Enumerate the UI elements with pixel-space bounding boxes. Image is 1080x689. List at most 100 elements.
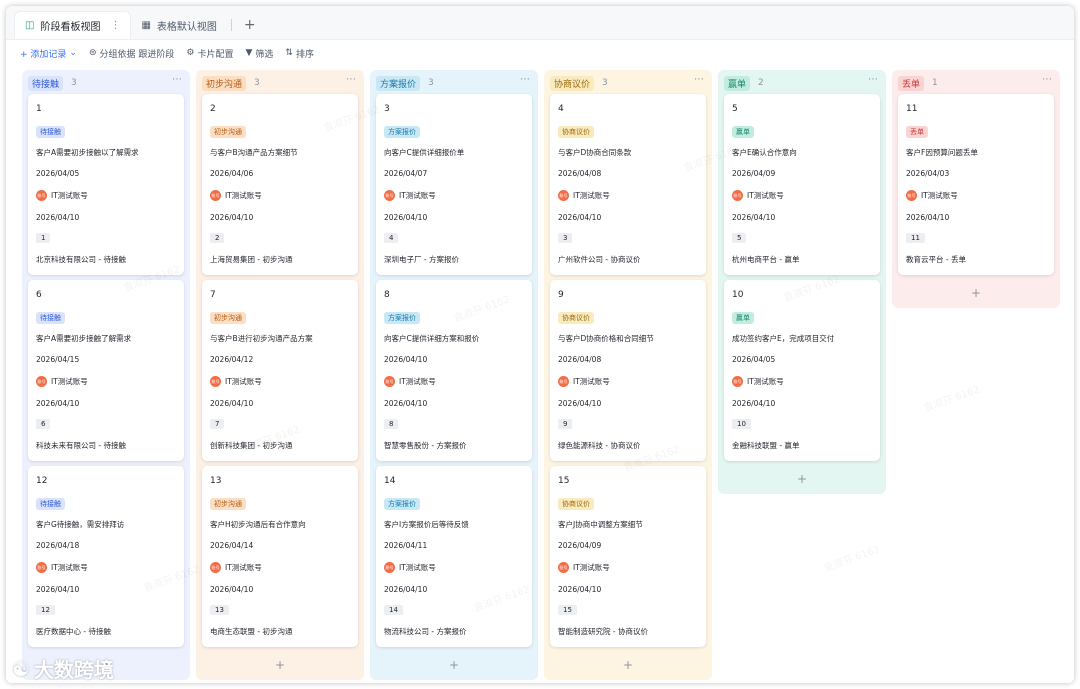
record-card[interactable]: 12 待接触 客户G待接触，需安排拜访 2026/04/18 账号 IT测试账号 2026/… — [28, 466, 184, 647]
record-card[interactable]: 15 协商议价 客户J协商中调整方案细节 2026/04/09 账号 IT测试账号 2026… — [550, 466, 706, 647]
followup-date: 2026/04/10 — [36, 213, 80, 222]
more-horizontal-icon[interactable]: ⋯ — [1042, 74, 1052, 85]
record-card[interactable]: 14 方案报价 客户I方案报价后等待反馈 2026/04/11 账号 IT测试账号 2026… — [376, 466, 532, 647]
stage-tag: 丢单 — [906, 126, 928, 138]
expected-date: 2026/04/08 — [558, 355, 602, 364]
add-card-button[interactable]: + — [370, 658, 538, 672]
tab-table-view[interactable]: ▦ 表格默认视图 — [131, 11, 226, 39]
record-number: 11 — [906, 104, 918, 114]
stage-tag: 待接触 — [36, 498, 65, 510]
more-vertical-icon[interactable]: ⋮ — [110, 20, 120, 31]
record-description: 客户F因预算问题丢单 — [906, 148, 978, 157]
followup-date: 2026/04/10 — [210, 213, 254, 222]
record-card[interactable]: 2 初步沟通 与客户B沟通产品方案细节 2026/04/06 账号 IT测试账号 2026/… — [202, 94, 358, 275]
owner-field: 账号 IT测试账号 — [36, 376, 88, 387]
owner-name: IT测试账号 — [921, 191, 958, 200]
record-card[interactable]: 4 协商议价 与客户D协商合同条款 2026/04/08 账号 IT测试账号 2026/04… — [550, 94, 706, 275]
add-record-button[interactable]: + 添加记录 ⌄ — [20, 47, 77, 60]
column-header: 初步沟通 3 ⋯ — [202, 74, 358, 92]
record-card[interactable]: 13 初步沟通 客户H初步沟通后有合作意向 2026/04/14 账号 IT测试账号 202… — [202, 466, 358, 647]
company-name: 深圳电子厂 - 方案报价 — [384, 255, 459, 264]
record-number: 8 — [384, 290, 390, 300]
record-number: 9 — [558, 290, 564, 300]
record-id-badge: 6 — [36, 419, 51, 429]
record-card[interactable]: 11 丢单 客户F因预算问题丢单 2026/04/03 账号 IT测试账号 2026/04/… — [898, 94, 1054, 275]
expected-date: 2026/04/08 — [558, 169, 602, 178]
record-number: 4 — [558, 104, 564, 114]
brand-text: 大数跨境 — [33, 658, 114, 682]
record-card[interactable]: 9 协商议价 与客户D协商价格和合同细节 2026/04/08 账号 IT测试账号 2026… — [550, 280, 706, 461]
add-card-button[interactable]: + — [892, 286, 1060, 300]
sort-button[interactable]: ⇅ 排序 — [285, 47, 314, 60]
more-horizontal-icon[interactable]: ⋯ — [694, 74, 704, 85]
record-id-badge: 14 — [384, 605, 403, 615]
company-name: 智慧零售股份 - 方案报价 — [384, 441, 467, 450]
stage-tag: 待接触 — [36, 126, 65, 138]
filter-button[interactable]: ▼ 筛选 — [245, 47, 273, 60]
record-card[interactable]: 3 方案报价 向客户C提供详细报价单 2026/04/07 账号 IT测试账号 2026/0… — [376, 94, 532, 275]
record-id-badge: 11 — [906, 233, 925, 243]
company-name: 杭州电商平台 - 赢单 — [732, 255, 800, 264]
record-card[interactable]: 7 初步沟通 与客户B进行初步沟通产品方案 2026/04/12 账号 IT测试账号 202… — [202, 280, 358, 461]
avatar: 账号 — [210, 190, 221, 201]
record-id-badge: 2 — [210, 233, 225, 243]
stage-tag: 协商议价 — [558, 126, 594, 138]
column: 丢单 1 ⋯ 11 丢单 客户F因预算问题丢单 2026/04/03 账号 IT测试账号 2026… — [892, 70, 1060, 308]
column-count: 3 — [602, 78, 608, 88]
app-window: ◫ 阶段看板视图 ⋮ ▦ 表格默认视图 + + 添加记录 ⌄ ⊜ 分组依据 跟进… — [6, 6, 1074, 683]
record-description: 与客户B沟通产品方案细节 — [210, 148, 298, 157]
record-card[interactable]: 1 待接触 客户A需要初步接触以了解需求 2026/04/05 账号 IT测试账号 2026… — [28, 94, 184, 275]
add-card-button[interactable]: + — [718, 472, 886, 486]
more-horizontal-icon[interactable]: ⋯ — [346, 74, 356, 85]
followup-date: 2026/04/10 — [732, 399, 776, 408]
record-id-badge: 1 — [36, 233, 51, 243]
kanban-board: 待接触 3 ⋯ 1 待接触 客户A需要初步接触以了解需求 2026/04/05 账号 IT测试账… — [22, 70, 1062, 683]
column-header: 丢单 1 ⋯ — [898, 74, 1054, 92]
more-horizontal-icon[interactable]: ⋯ — [172, 74, 182, 85]
stage-tag: 方案报价 — [384, 498, 420, 510]
chevron-down-icon: ⌄ — [69, 48, 77, 58]
record-card[interactable]: 6 待接触 客户A需要初步接触了解需求 2026/04/15 账号 IT测试账号 2026/… — [28, 280, 184, 461]
record-description: 向客户C提供详细报价单 — [384, 148, 465, 157]
avatar: 账号 — [384, 562, 395, 573]
record-number: 15 — [558, 476, 570, 486]
column-count: 3 — [71, 78, 77, 88]
record-card[interactable]: 10 赢单 成功签约客户E，完成项目交付 2026/04/05 账号 IT测试账号 2026… — [724, 280, 880, 461]
record-card[interactable]: 8 方案报价 向客户C提供详细方案和报价 2026/04/10 账号 IT测试账号 2026… — [376, 280, 532, 461]
company-name: 教育云平台 - 丢单 — [906, 255, 966, 264]
record-card[interactable]: 5 赢单 客户E确认合作意向 2026/04/09 账号 IT测试账号 2026/04/10… — [724, 94, 880, 275]
company-name: 医疗数据中心 - 待接触 — [36, 627, 111, 636]
expected-date: 2026/04/09 — [558, 541, 602, 550]
add-record-label: + 添加记录 — [20, 49, 67, 60]
record-id-badge: 13 — [210, 605, 229, 615]
tab-label: 阶段看板视图 — [40, 22, 101, 33]
watermark-text: 袁淑芬 6162 — [922, 384, 982, 415]
owner-field: 账号 IT测试账号 — [732, 376, 784, 387]
column-title: 方案报价 — [376, 75, 421, 91]
record-id-badge: 10 — [732, 419, 751, 429]
card-config-button[interactable]: ⚙ 卡片配置 — [186, 47, 233, 60]
column: 协商议价 3 ⋯ 4 协商议价 与客户D协商合同条款 2026/04/08 账号 IT测试账号 2… — [544, 70, 712, 680]
column-count: 3 — [254, 78, 260, 88]
add-view-button[interactable]: + — [238, 11, 262, 39]
record-id-badge: 12 — [36, 605, 55, 615]
owner-field: 账号 IT测试账号 — [558, 190, 610, 201]
record-id-badge: 15 — [558, 605, 577, 615]
record-number: 13 — [210, 476, 222, 486]
followup-date: 2026/04/10 — [558, 585, 602, 594]
add-card-button[interactable]: + — [196, 658, 364, 672]
sort-icon: ⇅ — [285, 48, 293, 58]
view-tab-bar: ◫ 阶段看板视图 ⋮ ▦ 表格默认视图 + — [6, 6, 1074, 40]
record-id-badge: 8 — [384, 419, 399, 429]
add-card-button[interactable]: + — [544, 658, 712, 672]
more-horizontal-icon[interactable]: ⋯ — [868, 74, 878, 85]
company-name: 金融科技联盟 - 赢单 — [732, 441, 800, 450]
owner-field: 账号 IT测试账号 — [36, 562, 88, 573]
owner-field: 账号 IT测试账号 — [210, 376, 262, 387]
group-by-button[interactable]: ⊜ 分组依据 跟进阶段 — [89, 47, 174, 60]
record-id-badge: 4 — [384, 233, 399, 243]
expected-date: 2026/04/09 — [732, 169, 776, 178]
tab-kanban-view[interactable]: ◫ 阶段看板视图 ⋮ — [14, 11, 132, 39]
more-horizontal-icon[interactable]: ⋯ — [520, 74, 530, 85]
stage-tag: 赢单 — [732, 126, 754, 138]
